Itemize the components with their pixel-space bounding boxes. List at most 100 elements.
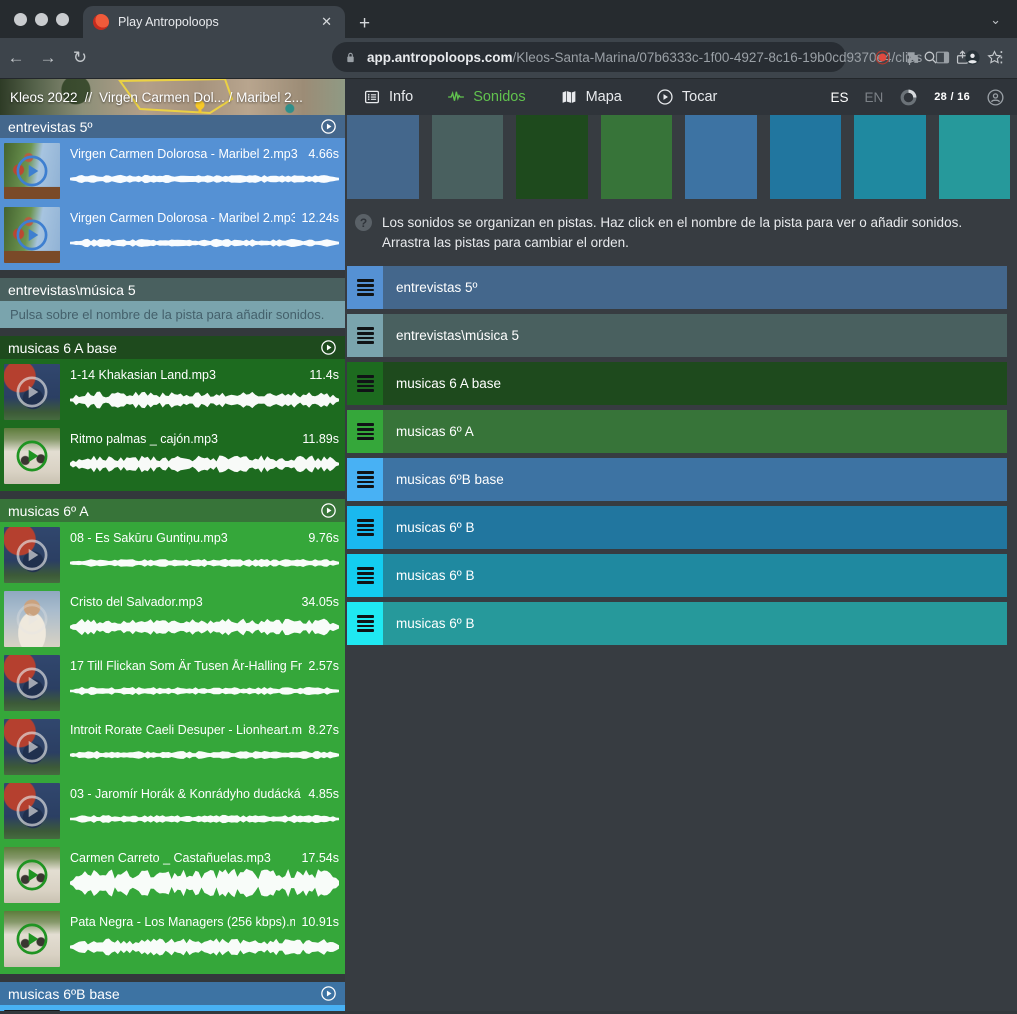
- track-row[interactable]: musicas 6º B: [347, 602, 1007, 645]
- clip-thumbnail[interactable]: [4, 783, 60, 839]
- track-row-body[interactable]: musicas 6º B: [383, 554, 1007, 597]
- sidebar-track-header[interactable]: musicas 6 A base: [0, 336, 345, 359]
- clip-waveform[interactable]: [70, 868, 339, 898]
- tab-sonidos[interactable]: Sonidos: [447, 88, 525, 106]
- track-row-body[interactable]: musicas 6ºB base: [383, 458, 1007, 501]
- clip-thumbnail[interactable]: [4, 143, 60, 199]
- clip-thumbnail[interactable]: [4, 364, 60, 420]
- track-row[interactable]: musicas 6º B: [347, 554, 1007, 597]
- clip-thumbnail[interactable]: [4, 911, 60, 967]
- tab-mapa[interactable]: Mapa: [560, 88, 622, 106]
- track-row[interactable]: musicas 6º A: [347, 410, 1007, 453]
- clip-waveform[interactable]: [70, 804, 339, 834]
- tab-tocar[interactable]: Tocar: [656, 88, 717, 106]
- forward-button[interactable]: →: [32, 48, 64, 68]
- track-drag-handle[interactable]: [347, 314, 383, 357]
- clip-item[interactable]: Virgen Carmen Dolorosa - Maribel 2.mp312…: [0, 204, 345, 268]
- play-track-button[interactable]: [320, 502, 337, 519]
- play-track-button[interactable]: [320, 985, 337, 1002]
- clip-item[interactable]: Carmen Carreto _ Castañuelas.mp317.54s: [0, 844, 345, 908]
- track-row-body[interactable]: musicas 6º B: [383, 602, 1007, 645]
- clip-item[interactable]: 08 - Es Sakūru Guntiņu.mp39.76s: [0, 524, 345, 588]
- track-row[interactable]: musicas 6 A base: [347, 362, 1007, 405]
- clip-item[interactable]: Cristo del Salvador.mp334.05s: [0, 588, 345, 652]
- clip-item[interactable]: BASE Pata Negra - Los Managers3.77s: [0, 1007, 345, 1011]
- clip-thumbnail[interactable]: [4, 847, 60, 903]
- track-row[interactable]: musicas 6ºB base: [347, 458, 1007, 501]
- clip-item[interactable]: Ritmo palmas _ cajón.mp311.89s: [0, 425, 345, 489]
- clip-thumbnail[interactable]: [4, 591, 60, 647]
- track-swatch-1[interactable]: [347, 115, 419, 199]
- record-extension-icon[interactable]: [874, 49, 891, 66]
- track-swatch-4[interactable]: [601, 115, 673, 199]
- clip-waveform[interactable]: [70, 385, 339, 415]
- new-tab-button[interactable]: +: [359, 14, 370, 33]
- track-row[interactable]: musicas 6º B: [347, 506, 1007, 549]
- play-track-button[interactable]: [320, 339, 337, 356]
- clip-waveform[interactable]: [70, 449, 339, 479]
- browser-tab[interactable]: Play Antropoloops ✕: [83, 6, 345, 38]
- clip-waveform[interactable]: [70, 228, 339, 258]
- track-swatch-8[interactable]: [939, 115, 1011, 199]
- track-drag-handle[interactable]: [347, 410, 383, 453]
- clip-waveform[interactable]: [70, 164, 339, 194]
- clip-waveform[interactable]: [70, 932, 339, 962]
- track-swatch-7[interactable]: [854, 115, 926, 199]
- clip-item[interactable]: Introit Rorate Caeli Desuper - Lionheart…: [0, 716, 345, 780]
- tab-search-chevron-icon[interactable]: ⌄: [990, 12, 1001, 28]
- track-row-body[interactable]: entrevistas 5º: [383, 266, 1007, 309]
- macos-traffic-lights[interactable]: [0, 0, 83, 38]
- track-swatch-2[interactable]: [432, 115, 504, 199]
- clip-thumbnail[interactable]: [4, 527, 60, 583]
- clip-item[interactable]: Pata Negra - Los Managers (256 kbps).mp3…: [0, 908, 345, 972]
- breadcrumb-project[interactable]: Kleos 2022: [10, 90, 78, 105]
- profile-avatar-icon[interactable]: [964, 49, 981, 66]
- track-drag-handle[interactable]: [347, 362, 383, 405]
- clip-waveform[interactable]: [70, 740, 339, 770]
- clip-thumbnail[interactable]: [4, 719, 60, 775]
- clip-thumbnail[interactable]: [4, 1010, 60, 1011]
- window-close-button[interactable]: [14, 13, 27, 26]
- sidebar-track-header[interactable]: musicas 6ºB base: [0, 982, 345, 1005]
- clip-item[interactable]: Virgen Carmen Dolorosa - Maribel 2.mp34.…: [0, 140, 345, 204]
- play-track-button[interactable]: [320, 118, 337, 135]
- clip-item[interactable]: 1-14 Khakasian Land.mp311.4s: [0, 361, 345, 425]
- sidebar-track-header[interactable]: entrevistas\música 5: [0, 278, 345, 301]
- extensions-puzzle-icon[interactable]: [904, 49, 921, 66]
- account-icon[interactable]: [986, 88, 1005, 107]
- clip-waveform[interactable]: [70, 676, 339, 706]
- track-swatch-5[interactable]: [685, 115, 757, 199]
- sidebar-track-header[interactable]: entrevistas 5º: [0, 115, 345, 138]
- tab-close-icon[interactable]: ✕: [318, 13, 335, 31]
- language-en-button[interactable]: EN: [864, 90, 883, 105]
- browser-menu-icon[interactable]: ⋮: [994, 48, 1009, 66]
- reload-button[interactable]: ↻: [64, 48, 96, 68]
- clip-thumbnail[interactable]: [4, 655, 60, 711]
- sidebar-track-header[interactable]: musicas 6º A: [0, 499, 345, 522]
- side-panel-icon[interactable]: [934, 49, 951, 66]
- track-row-body[interactable]: musicas 6 A base: [383, 362, 1007, 405]
- address-bar[interactable]: app.antropoloops.com/Kleos-Santa-Marina/…: [332, 42, 846, 72]
- track-swatch-6[interactable]: [770, 115, 842, 199]
- language-es-button[interactable]: ES: [830, 90, 848, 105]
- clip-waveform[interactable]: [70, 612, 339, 642]
- clip-thumbnail[interactable]: [4, 207, 60, 263]
- track-row[interactable]: entrevistas\música 5: [347, 314, 1007, 357]
- clip-item[interactable]: 17 Till Flickan Som Är Tusen År-Halling …: [0, 652, 345, 716]
- track-drag-handle[interactable]: [347, 266, 383, 309]
- track-drag-handle[interactable]: [347, 602, 383, 645]
- clip-waveform[interactable]: [70, 548, 339, 578]
- track-swatch-3[interactable]: [516, 115, 588, 199]
- track-row-body[interactable]: musicas 6º A: [383, 410, 1007, 453]
- clip-thumbnail[interactable]: [4, 428, 60, 484]
- track-drag-handle[interactable]: [347, 506, 383, 549]
- back-button[interactable]: ←: [0, 48, 32, 68]
- breadcrumb-path[interactable]: Virgen Carmen Dol... / Maribel 2...: [99, 90, 303, 105]
- clip-item[interactable]: 03 - Jaromír Horák & Konrádyho dudácká .…: [0, 780, 345, 844]
- track-row-body[interactable]: musicas 6º B: [383, 506, 1007, 549]
- window-minimize-button[interactable]: [35, 13, 48, 26]
- window-zoom-button[interactable]: [56, 13, 69, 26]
- tab-info[interactable]: Info: [363, 88, 413, 106]
- track-row-body[interactable]: entrevistas\música 5: [383, 314, 1007, 357]
- track-drag-handle[interactable]: [347, 458, 383, 501]
